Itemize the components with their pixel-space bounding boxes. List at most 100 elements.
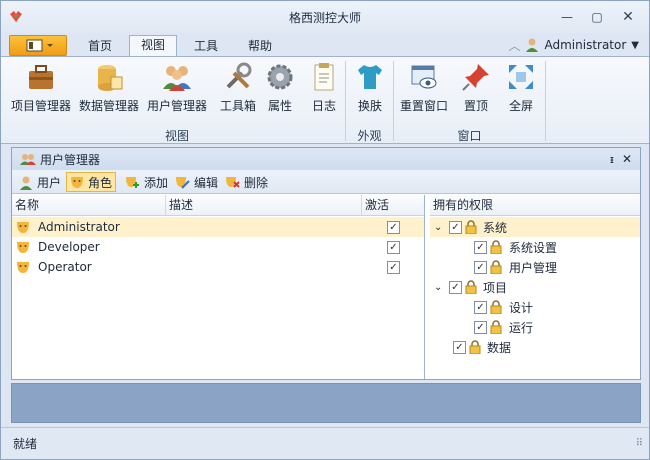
collapse-ribbon-icon[interactable]: ︿ <box>508 37 520 54</box>
user-tab-label: 用户 <box>37 175 62 190</box>
pin-icon[interactable]: ᵻ <box>610 153 614 166</box>
delete-icon <box>226 177 240 188</box>
minimize-icon: — <box>561 10 573 24</box>
active-checkbox[interactable]: ✓ <box>387 220 400 234</box>
users-icon <box>20 154 36 165</box>
column-header-description[interactable]: 描述 <box>166 195 362 216</box>
layout-icon <box>26 39 53 52</box>
chevron-down-icon: ▼ <box>631 39 639 51</box>
permissions-header: 拥有的权限 <box>430 195 640 216</box>
user-menu[interactable]: ︿ Administrator ▼ <box>508 36 639 54</box>
restore-button[interactable]: ▢ <box>587 8 607 26</box>
fullscreen-button[interactable]: 全屏 <box>502 61 540 117</box>
tree-node[interactable]: ⌄ ✓ 项目 <box>430 277 640 297</box>
application-window: 格西测控大师 — ▢ ✕ 首页 视图 工具 帮助 ︿ Administrator… <box>0 0 650 460</box>
users-icon <box>163 66 191 91</box>
add-button[interactable]: 添加 <box>122 172 171 192</box>
column-header-name[interactable]: 名称 <box>12 195 166 216</box>
close-panel-icon[interactable]: ✕ <box>622 152 632 166</box>
permission-checkbox[interactable]: ✓ <box>453 340 466 354</box>
permission-checkbox[interactable]: ✓ <box>474 240 487 254</box>
group-label-view: 视图 <box>164 129 189 143</box>
ribbon: 项目管理器 数据管理器 用户管理器 工具箱 属性 日志 换肤 重置窗口 置顶 全… <box>1 56 649 144</box>
toolbox-button[interactable]: 工具箱 <box>218 61 258 117</box>
permission-checkbox[interactable]: ✓ <box>449 220 462 234</box>
close-icon: ✕ <box>622 9 634 25</box>
output-panel <box>11 383 641 423</box>
file-menu-button[interactable] <box>9 35 67 56</box>
chevron-down-icon[interactable]: ⌄ <box>434 282 446 293</box>
permission-checkbox[interactable]: ✓ <box>474 300 487 314</box>
user-manager-panel: 用户管理器 ᵻ ✕ 用户 角色 添加 编辑 删除 名称 描述 激活 Admini… <box>11 147 641 380</box>
user-tab-button[interactable]: 用户 <box>16 172 64 192</box>
window-eye-icon <box>411 65 437 89</box>
lock-icon <box>490 260 502 274</box>
toolbox-label: 工具箱 <box>219 99 256 113</box>
tree-node[interactable]: ✓ 运行 <box>430 317 640 337</box>
lock-icon <box>490 240 502 254</box>
close-button[interactable]: ✕ <box>618 8 638 26</box>
lock-icon <box>465 280 477 294</box>
skin-label: 换肤 <box>357 99 382 113</box>
tree-node-label: 数据 <box>487 340 512 355</box>
permission-checkbox[interactable]: ✓ <box>474 260 487 274</box>
tree-node[interactable]: ✓ 用户管理 <box>430 257 640 277</box>
tree-node[interactable]: ✓ 设计 <box>430 297 640 317</box>
title-bar[interactable]: 格西测控大师 — ▢ ✕ <box>1 1 649 33</box>
table-row[interactable]: Developer ✓ <box>12 237 424 257</box>
log-button[interactable]: 日志 <box>305 61 343 117</box>
resize-grip-icon[interactable]: ⠿ <box>636 438 643 449</box>
tab-view[interactable]: 视图 <box>129 35 177 58</box>
tree-node-label: 项目 <box>483 280 508 295</box>
role-name: Operator <box>38 260 92 274</box>
lock-icon <box>465 220 477 234</box>
restore-icon: ▢ <box>591 10 603 24</box>
role-name: Administrator <box>38 220 120 234</box>
role-tab-button[interactable]: 角色 <box>66 172 117 192</box>
table-row[interactable]: Administrator ✓ <box>12 217 424 237</box>
role-mask-icon <box>17 242 29 253</box>
minimize-button[interactable]: — <box>557 8 577 26</box>
active-checkbox[interactable]: ✓ <box>387 260 400 274</box>
group-label-window: 窗口 <box>457 129 482 143</box>
table-row[interactable]: Operator ✓ <box>12 257 424 277</box>
column-header-active[interactable]: 激活 <box>362 195 424 216</box>
user-manager-button[interactable]: 用户管理器 <box>145 61 209 117</box>
fullscreen-label: 全屏 <box>508 99 533 113</box>
tree-node[interactable]: ⌄ ✓ 系统 <box>430 217 640 237</box>
tab-help[interactable]: 帮助 <box>239 37 281 57</box>
group-separator <box>545 61 546 141</box>
skin-button[interactable]: 换肤 <box>351 61 389 117</box>
permission-checkbox[interactable]: ✓ <box>474 320 487 334</box>
status-text: 就绪 <box>13 437 38 451</box>
delete-button[interactable]: 删除 <box>222 172 271 192</box>
pin-top-button[interactable]: 置顶 <box>457 61 495 117</box>
active-checkbox[interactable]: ✓ <box>387 240 400 254</box>
tree-node-label: 运行 <box>509 320 534 335</box>
role-mask-icon <box>17 222 29 233</box>
gear-icon <box>267 64 293 90</box>
window-title: 格西测控大师 <box>288 11 361 25</box>
ribbon-tabs: 首页 视图 工具 帮助 ︿ Administrator ▼ <box>1 33 649 58</box>
permissions-tree: 拥有的权限 ⌄ ✓ 系统 ✓ 系统设置 ✓ 用户管理 ⌄ ✓ 项目 ✓ 设计 ✓… <box>430 195 640 379</box>
edit-button[interactable]: 编辑 <box>172 172 221 192</box>
lock-icon <box>469 340 481 354</box>
tree-node[interactable]: ✓ 系统设置 <box>430 237 640 257</box>
group-label-appearance: 外观 <box>357 129 382 143</box>
project-manager-button[interactable]: 项目管理器 <box>9 61 73 117</box>
chevron-down-icon[interactable]: ⌄ <box>434 222 446 233</box>
status-bar: 就绪 ⠿ <box>1 427 649 459</box>
tree-node[interactable]: ✓ 数据 <box>430 337 640 357</box>
reset-window-button[interactable]: 重置窗口 <box>398 61 450 117</box>
properties-button[interactable]: 属性 <box>261 61 299 117</box>
tab-tools[interactable]: 工具 <box>185 37 227 57</box>
role-mask-icon <box>71 177 83 188</box>
tab-home[interactable]: 首页 <box>79 37 121 57</box>
fullscreen-icon <box>509 65 533 89</box>
data-manager-button[interactable]: 数据管理器 <box>77 61 141 117</box>
permission-checkbox[interactable]: ✓ <box>449 280 462 294</box>
role-name: Developer <box>38 240 100 254</box>
edit-label: 编辑 <box>194 175 219 190</box>
tree-node-label: 用户管理 <box>509 260 558 275</box>
user-manager-label: 用户管理器 <box>146 99 207 113</box>
